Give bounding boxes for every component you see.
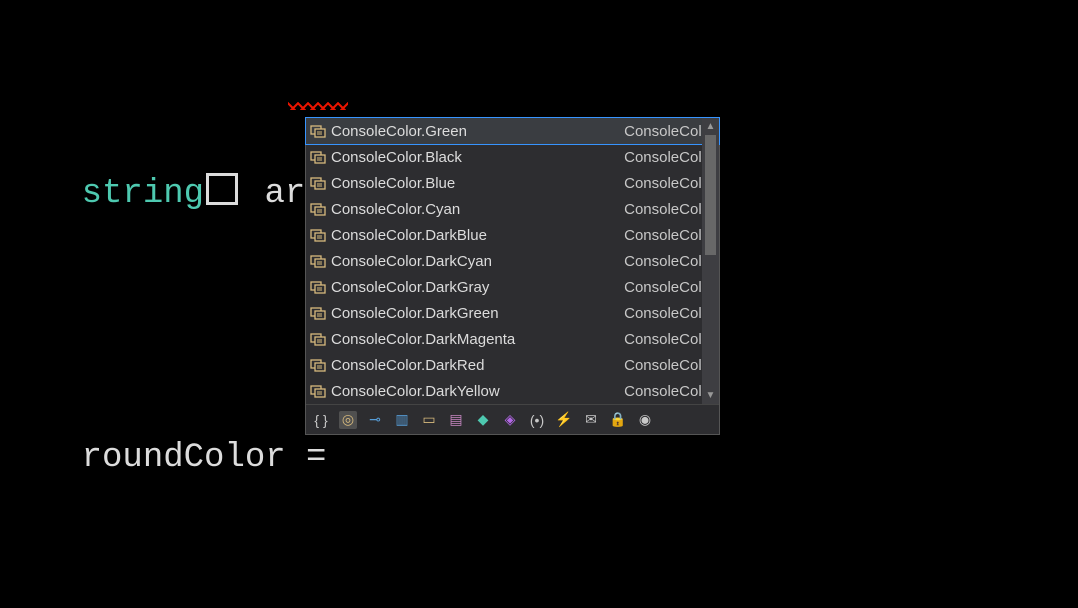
completion-item[interactable]: ConsoleColor.DarkGreenConsoleColor — [306, 300, 719, 326]
enum-member-icon — [309, 330, 327, 348]
completion-item[interactable]: ConsoleColor.DarkCyanConsoleColor — [306, 248, 719, 274]
delegate-icon[interactable]: (•) — [528, 411, 546, 429]
completion-list[interactable]: ConsoleColor.GreenConsoleColor ConsoleCo… — [306, 118, 719, 404]
intellisense-popup[interactable]: ConsoleColor.GreenConsoleColor ConsoleCo… — [305, 117, 720, 435]
completion-item[interactable]: ConsoleColor.DarkGrayConsoleColor — [306, 274, 719, 300]
enum-member-icon — [309, 304, 327, 322]
completion-item[interactable]: ConsoleColor.DarkBlueConsoleColor — [306, 222, 719, 248]
completion-item-label: ConsoleColor.DarkYellow — [331, 383, 624, 400]
filter-toolbar: { } ◎ ⊸ ▥ ▭ ▤ ◆ ◈ (•) ⚡ ✉ 🔒 ◉ — [306, 404, 719, 434]
keyword-string: string — [82, 175, 204, 213]
braces-icon[interactable]: { } — [312, 411, 330, 429]
enum-member-icon — [309, 356, 327, 374]
enum-member-icon — [309, 148, 327, 166]
event-icon[interactable]: ⚡ — [555, 411, 573, 429]
enum-member-icon — [309, 122, 327, 140]
code-text: roundColor = — [82, 439, 327, 477]
completion-item[interactable]: ConsoleColor.CyanConsoleColor — [306, 196, 719, 222]
completion-item-label: ConsoleColor.DarkGray — [331, 279, 624, 296]
enum-member-icon — [309, 200, 327, 218]
completion-item-label: ConsoleColor.DarkBlue — [331, 227, 624, 244]
key-icon[interactable]: ⊸ — [366, 411, 384, 429]
enum-icon[interactable]: ▭ — [420, 411, 438, 429]
completion-item-label: ConsoleColor.Cyan — [331, 201, 624, 218]
error-squiggle — [288, 102, 348, 110]
completion-item[interactable]: ConsoleColor.GreenConsoleColor — [306, 118, 719, 144]
square-brackets — [204, 175, 244, 213]
enum-member-icon — [309, 252, 327, 270]
completion-item[interactable]: ConsoleColor.BlackConsoleColor — [306, 144, 719, 170]
completion-item[interactable]: ConsoleColor.DarkYellowConsoleColor — [306, 378, 719, 404]
enum-member-icon — [309, 382, 327, 400]
enum-member-icon — [309, 174, 327, 192]
namespace-icon[interactable]: ✉ — [582, 411, 600, 429]
lock-icon[interactable]: 🔒 — [609, 411, 627, 429]
class-icon[interactable]: ◆ — [474, 411, 492, 429]
completion-item-label: ConsoleColor.DarkMagenta — [331, 331, 624, 348]
completion-item-label: ConsoleColor.DarkCyan — [331, 253, 624, 270]
completion-item[interactable]: ConsoleColor.BlueConsoleColor — [306, 170, 719, 196]
snippet-icon[interactable]: ◉ — [636, 411, 654, 429]
module-icon[interactable]: ▤ — [447, 411, 465, 429]
enum-member-icon — [309, 226, 327, 244]
completion-item-label: ConsoleColor.Black — [331, 149, 624, 166]
scroll-down-button[interactable]: ▼ — [702, 387, 719, 404]
scrollbar[interactable]: ▲ ▼ — [702, 118, 719, 404]
enum-member-icon — [309, 278, 327, 296]
interface-icon[interactable]: ◈ — [501, 411, 519, 429]
struct-icon[interactable]: ▥ — [393, 411, 411, 429]
completion-item-label: ConsoleColor.Green — [331, 123, 624, 140]
completion-item-label: ConsoleColor.DarkGreen — [331, 305, 624, 322]
completion-item[interactable]: ConsoleColor.DarkMagentaConsoleColor — [306, 326, 719, 352]
completion-item-label: ConsoleColor.DarkRed — [331, 357, 624, 374]
completion-item[interactable]: ConsoleColor.DarkRedConsoleColor — [306, 352, 719, 378]
completion-item-label: ConsoleColor.Blue — [331, 175, 624, 192]
scroll-up-button[interactable]: ▲ — [702, 118, 719, 135]
target-icon[interactable]: ◎ — [339, 411, 357, 429]
scrollbar-thumb[interactable] — [705, 135, 716, 255]
